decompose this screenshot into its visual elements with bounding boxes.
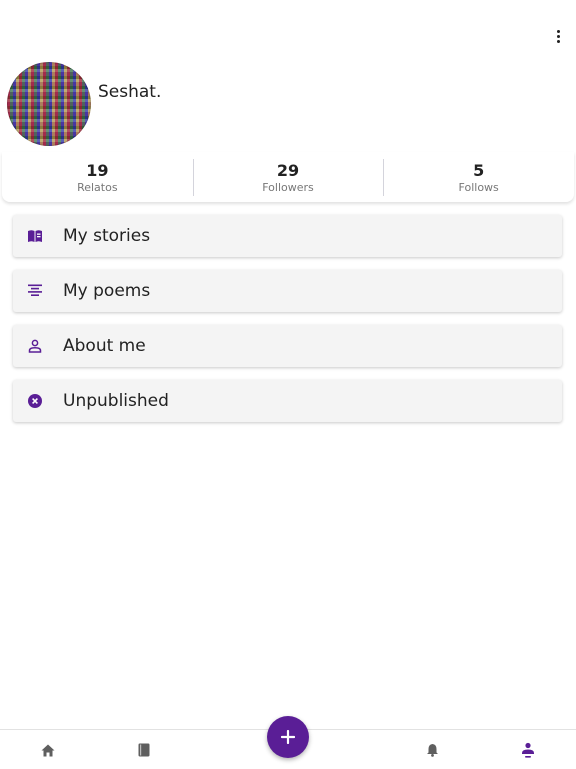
stats-bar: 19 Relatos 29 Followers 5 Follows (2, 152, 574, 202)
book-open-icon (27, 228, 43, 244)
profile-menu: My stories My poems About me Unpublished (13, 215, 562, 435)
person-outline-icon (27, 338, 43, 354)
menu-item-label: About me (63, 336, 146, 356)
stat-followers[interactable]: 29 Followers (192, 152, 384, 202)
align-center-icon (27, 283, 43, 299)
book-icon[interactable] (134, 740, 154, 760)
home-icon[interactable] (38, 740, 58, 760)
menu-item-label: My poems (63, 281, 151, 301)
menu-dot (556, 39, 560, 43)
person-icon[interactable] (518, 740, 538, 760)
menu-item-label: My stories (63, 226, 151, 246)
menu-item-about-me[interactable]: About me (13, 325, 562, 367)
username: Seshat. (98, 82, 162, 102)
more-vert-icon[interactable] (546, 26, 570, 46)
stat-follows[interactable]: 5 Follows (383, 152, 574, 202)
add-fab-button[interactable] (267, 716, 309, 758)
bell-icon[interactable] (422, 740, 442, 760)
stat-label: Follows (458, 180, 499, 194)
menu-dot (556, 29, 560, 33)
plus-icon (281, 730, 295, 744)
avatar[interactable] (7, 62, 91, 146)
stat-value: 29 (276, 160, 300, 180)
stat-label: Relatos (77, 180, 118, 194)
stat-label: Followers (262, 180, 314, 194)
stat-relatos[interactable]: 19 Relatos (2, 152, 193, 202)
stat-value: 19 (86, 160, 109, 180)
stat-value: 5 (473, 160, 485, 180)
cancel-circle-icon (27, 393, 43, 409)
menu-item-my-stories[interactable]: My stories (13, 215, 562, 257)
menu-dot (556, 34, 560, 38)
menu-item-label: Unpublished (63, 391, 169, 411)
menu-item-unpublished[interactable]: Unpublished (13, 380, 562, 422)
menu-item-my-poems[interactable]: My poems (13, 270, 562, 312)
